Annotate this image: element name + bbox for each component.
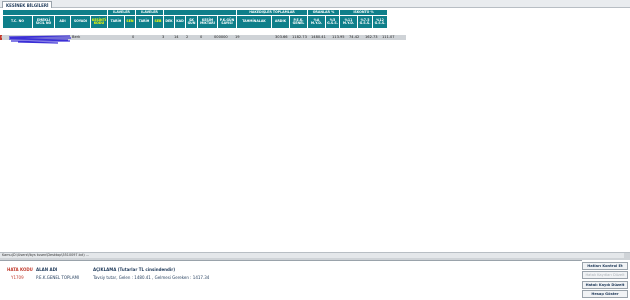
col-myd11[interactable]: %11 M.Y.D.: [339, 15, 358, 29]
cell-myd: 113.95: [332, 35, 345, 39]
hata-kodu-label: HATA KODU: [7, 267, 33, 272]
grid-header: İLAVELER İLAVELER HAKEDİŞLER TOPLAMLAR O…: [2, 9, 388, 29]
redaction-scribble: [8, 35, 71, 44]
cell-gss75: 111.07: [382, 35, 395, 39]
cell-tarih: 0: [132, 35, 135, 39]
cell-sk-gun: 0: [200, 35, 203, 39]
aciklama-line: Tavsiy tutar, Gelen : 1480.41 , Gelmesi …: [93, 275, 210, 280]
cell-tahmin: 303.66: [275, 35, 288, 39]
col-adi[interactable]: ADI: [54, 15, 71, 29]
col-gss[interactable]: %5 G.S.S.: [325, 15, 340, 29]
col-myd[interactable]: %A M.Y.D.: [307, 15, 326, 29]
col-tarih[interactable]: TARİH: [107, 15, 125, 29]
tab-kesinek-bilgileri[interactable]: KESİNEK BİLGİLERİ: [2, 1, 53, 8]
hesap-goster-button[interactable]: Hesap Göster: [582, 290, 628, 298]
cell-pek: 1480.41: [311, 35, 326, 39]
tab-bar: KESİNEK BİLGİLERİ: [0, 0, 630, 8]
cell-gss: 74.42: [349, 35, 360, 39]
col-gss12[interactable]: %12 G.S.S.: [372, 15, 388, 29]
col-gss75[interactable]: %7.5 G.S.S.: [357, 15, 373, 29]
data-grid[interactable]: İLAVELER İLAVELER HAKEDİŞLER TOPLAMLAR O…: [0, 8, 630, 252]
col-emekli-sicil[interactable]: EMEKLİ SİCİL NO: [32, 15, 55, 29]
col-kesim-miktari[interactable]: KESİM MİKTARI: [197, 15, 218, 29]
cell-myd11: 162.73: [365, 35, 378, 39]
col-sen[interactable]: SEN: [124, 15, 136, 29]
alan-adi-label: ALAN ADI: [36, 267, 58, 272]
cell-kesim: 000000: [214, 35, 228, 39]
col-tahminalak[interactable]: TAHMİNALAK: [236, 15, 272, 29]
cell-tarih2: 3: [162, 35, 165, 39]
hatalari-kontrol-et-button[interactable]: Hatları Kontrol Et: [582, 262, 628, 270]
col-kesinti-kodu[interactable]: KESİNTİ KODU: [90, 15, 108, 29]
col-dek[interactable]: DEK: [163, 15, 175, 29]
col-kad[interactable]: KAD: [174, 15, 186, 29]
aciklama-label: AÇIKLAMA (Tutarlar TL cinsindendir): [93, 267, 176, 272]
col-pk-gun[interactable]: P.K.GÜN SAYISI: [217, 15, 237, 29]
cell-dek: 14: [174, 35, 179, 39]
cell-pk-gun: 19: [235, 35, 240, 39]
col-soyadi[interactable]: SOYADI: [70, 15, 91, 29]
cell-ardik: 1182.73: [292, 35, 307, 39]
hata-kodu-value: Y1709: [11, 275, 24, 280]
col-pek-genel[interactable]: P.E.K. GENEL: [289, 15, 308, 29]
error-info-panel: HATA KODU Y1709 ALAN ADI P.E.K.GENEL TOP…: [0, 260, 582, 300]
col-tc-no[interactable]: T.C. NO: [2, 15, 33, 29]
cell-name: Berk: [72, 35, 81, 39]
col-ardik[interactable]: ARDIK: [271, 15, 290, 29]
col-seb[interactable]: SEB: [152, 15, 164, 29]
alan-adi-value: P.E.K.GENEL TOPLAMI: [36, 275, 80, 280]
cell-kad: 2: [186, 35, 189, 39]
col-tarih2[interactable]: TARİH: [135, 15, 153, 29]
action-buttons: Hatları Kontrol Et Hatalı Kayıtları Düze…: [582, 262, 630, 300]
col-sk-gun[interactable]: SK GÜN: [185, 15, 198, 29]
hatali-kayitlari-duzelt-button[interactable]: Hatalı Kayıtları Düzelt: [582, 271, 628, 279]
hatali-kaydi-duzelt-button[interactable]: Hatalı Kaydı Düzelt: [582, 281, 628, 289]
